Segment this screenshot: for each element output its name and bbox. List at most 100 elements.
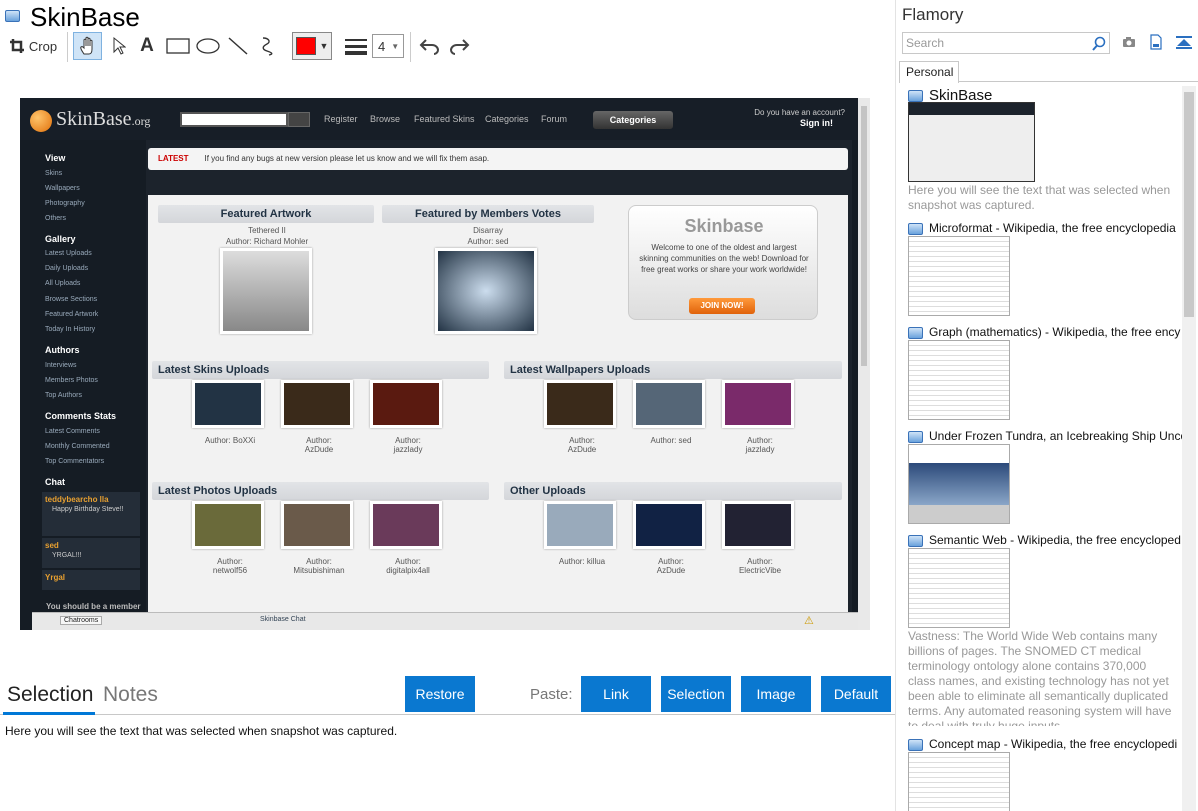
page-icon xyxy=(908,327,923,339)
freehand-icon xyxy=(262,37,273,56)
skinbase-chat-link[interactable]: Skinbase Chat xyxy=(260,616,306,623)
item-thumbnail xyxy=(908,102,1035,182)
sidebar-link[interactable]: Wallpapers xyxy=(45,185,80,192)
list-item[interactable]: Microformat - Wikipedia, the free encycl… xyxy=(908,220,1183,320)
sidebar-link[interactable]: Top Commentators xyxy=(45,458,104,465)
restore-button[interactable]: Restore xyxy=(405,676,475,712)
skins-section-heading: Latest Skins Uploads xyxy=(152,361,489,379)
site-nav-browse[interactable]: Browse xyxy=(370,114,400,124)
upload-thumbnail[interactable] xyxy=(544,380,616,428)
list-item[interactable]: Semantic Web - Wikipedia, the free encyc… xyxy=(908,532,1183,732)
site-sign-in[interactable]: Sign in! xyxy=(725,118,833,128)
document-icon[interactable] xyxy=(1150,34,1162,50)
sidebar-link[interactable]: Members Photos xyxy=(45,377,98,384)
line-width-select[interactable]: 4 ▼ xyxy=(372,34,404,58)
upload-thumbnail[interactable] xyxy=(722,501,794,549)
paste-selection-button[interactable]: Selection xyxy=(661,676,731,712)
sidebar-link[interactable]: Skins xyxy=(45,170,62,177)
panel-scroll-thumb[interactable] xyxy=(1184,92,1194,317)
sidebar-link[interactable]: All Uploads xyxy=(45,280,80,287)
sidebar-link[interactable]: Browse Sections xyxy=(45,296,97,303)
page-icon xyxy=(908,535,923,547)
sidebar-link[interactable]: Others xyxy=(45,215,66,222)
freehand-tool-button[interactable] xyxy=(256,32,280,60)
redo-icon xyxy=(449,39,470,55)
collapse-icon[interactable] xyxy=(1176,36,1192,50)
redo-button[interactable] xyxy=(447,32,471,60)
upload-thumbnail[interactable] xyxy=(633,501,705,549)
list-item[interactable]: Concept map - Wikipedia, the free encycl… xyxy=(908,736,1183,811)
site-nav-categories[interactable]: Categories xyxy=(485,114,529,124)
divider xyxy=(410,32,411,62)
upload-thumbnail[interactable] xyxy=(192,380,264,428)
line-tool-button[interactable] xyxy=(226,32,250,60)
sidebar-link[interactable]: Daily Uploads xyxy=(45,265,88,272)
upload-thumbnail[interactable] xyxy=(370,380,442,428)
featured-votes-thumb[interactable] xyxy=(435,248,537,334)
list-item[interactable]: Graph (mathematics) - Wikipedia, the fre… xyxy=(908,324,1183,424)
sidebar-link[interactable]: Featured Artwork xyxy=(45,311,98,318)
line-width-value: 4 xyxy=(378,38,386,54)
featured-artwork-heading: Featured Artwork xyxy=(158,205,374,223)
crop-button[interactable]: Crop xyxy=(6,32,60,60)
featured-artwork-thumb[interactable] xyxy=(220,248,312,334)
sidebar-link[interactable]: Today In History xyxy=(45,326,95,333)
upload-thumbnail[interactable] xyxy=(633,380,705,428)
selection-text[interactable]: Here you will see the text that was sele… xyxy=(5,724,397,738)
rectangle-tool-button[interactable] xyxy=(165,32,191,60)
upload-thumbnail[interactable] xyxy=(544,501,616,549)
upload-thumbnail[interactable] xyxy=(722,380,794,428)
color-picker[interactable]: ▼ xyxy=(292,32,332,60)
text-tool-button[interactable]: A xyxy=(136,32,158,60)
search-icon[interactable] xyxy=(1091,36,1107,52)
join-now-button[interactable]: JOIN NOW! xyxy=(689,298,755,314)
upload-author: Author: digitalpix4all xyxy=(386,557,430,575)
divider xyxy=(67,32,68,62)
upload-thumbnail[interactable] xyxy=(192,501,264,549)
undo-button[interactable] xyxy=(418,32,442,60)
hand-icon xyxy=(79,36,92,55)
ellipse-tool-button[interactable] xyxy=(195,32,221,60)
app-window: SkinBase Crop A ▼ 4 ▼ SkinBase.org Regis… xyxy=(0,0,1198,811)
sidebar-link[interactable]: Top Authors xyxy=(45,392,82,399)
list-item[interactable]: SkinBase Here you will see the text that… xyxy=(908,86,1183,214)
hand-tool-button[interactable] xyxy=(73,32,102,60)
upload-author: Author: netwolf56 xyxy=(212,557,248,575)
paste-image-button[interactable]: Image xyxy=(741,676,811,712)
site-categories-button[interactable]: Categories xyxy=(593,111,673,129)
site-content: Featured Artwork Tethered II Author: Ric… xyxy=(148,195,848,623)
search-input[interactable]: Search xyxy=(902,32,1110,54)
list-item[interactable]: Under Frozen Tundra, an Icebreaking Ship… xyxy=(908,428,1183,528)
chatrooms-button[interactable]: Chatrooms xyxy=(60,616,103,625)
promo-box: Skinbase Welcome to one of the oldest an… xyxy=(628,205,818,320)
upload-author: Author: BoXXi xyxy=(204,436,256,445)
select-tool-button[interactable] xyxy=(108,32,130,60)
paste-default-button[interactable]: Default xyxy=(821,676,891,712)
annotation-toolbar: Crop A ▼ 4 ▼ xyxy=(0,32,895,62)
sidebar-link[interactable]: Photography xyxy=(45,200,85,207)
upload-thumbnail[interactable] xyxy=(281,501,353,549)
site-nav-register[interactable]: Register xyxy=(324,114,358,124)
site-search-input[interactable] xyxy=(180,112,288,127)
camera-icon[interactable] xyxy=(1122,36,1136,48)
site-nav-forum[interactable]: Forum xyxy=(541,114,567,124)
tab-personal[interactable]: Personal xyxy=(899,61,959,83)
sidebar-link[interactable]: Interviews xyxy=(45,362,77,369)
featured-artwork-author: Author: Richard Mohler xyxy=(225,237,309,246)
site-sidebar: View Skins Wallpapers Photography Others… xyxy=(20,140,146,620)
tab-notes[interactable]: Notes xyxy=(103,683,158,707)
sidebar-link[interactable]: Latest Uploads xyxy=(45,250,92,257)
screenshot-scroll-thumb[interactable] xyxy=(861,106,867,366)
chevron-down-icon: ▼ xyxy=(391,41,400,51)
site-nav-featured[interactable]: Featured Skins xyxy=(414,114,475,124)
sidebar-link[interactable]: Monthly Commented xyxy=(45,443,110,450)
tab-selection[interactable]: Selection xyxy=(7,683,93,707)
site-search-button[interactable] xyxy=(288,112,310,127)
sidebar-link[interactable]: Latest Comments xyxy=(45,428,100,435)
upload-thumbnail[interactable] xyxy=(370,501,442,549)
paste-link-button[interactable]: Link xyxy=(581,676,651,712)
line-width-icon xyxy=(344,32,368,60)
captured-screenshot[interactable]: SkinBase.org Register Browse Featured Sk… xyxy=(20,98,870,630)
upload-thumbnail[interactable] xyxy=(281,380,353,428)
featured-artwork-name: Tethered II xyxy=(248,226,286,235)
